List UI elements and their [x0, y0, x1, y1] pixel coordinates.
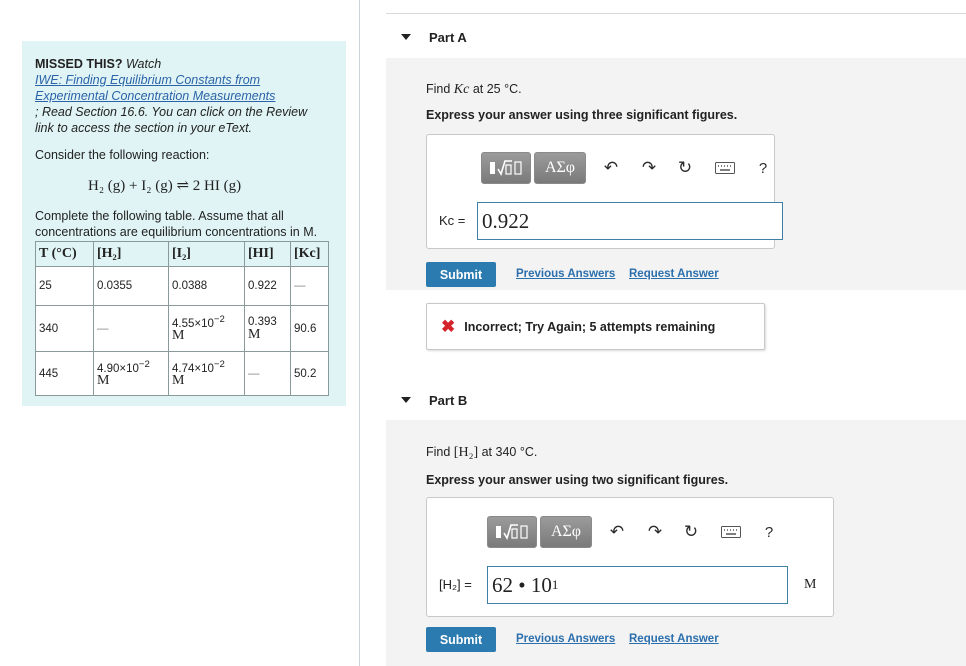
greek-symbols-button[interactable]: ΑΣφ [540, 516, 592, 548]
part-b-question: Find [H₂] at 340 °C. [426, 445, 538, 460]
cell-hi: — [244, 351, 291, 396]
reset-icon[interactable]: ↻ [676, 517, 706, 547]
keyboard-icon[interactable] [716, 517, 746, 547]
part-a-instructions: Express your answer using three signific… [426, 108, 738, 122]
cell-i2: 0.0388 [168, 266, 245, 306]
column-divider [359, 0, 360, 666]
part-a-previous-answers-link[interactable]: Previous Answers [516, 268, 615, 280]
redo-icon[interactable]: ↷ [634, 153, 664, 183]
part-a-title: Part A [429, 30, 467, 45]
part-a-toggle[interactable]: Part A [401, 30, 467, 45]
undo-icon[interactable]: ↶ [602, 517, 632, 547]
cell-i2: 4.74×10−2 M [168, 351, 245, 396]
read-section-text: ; Read Section 16.6. You can click on th… [35, 105, 308, 135]
collapse-triangle-icon [401, 397, 411, 403]
incorrect-x-icon: ✖ [441, 316, 456, 336]
sqrt-template-icon [490, 160, 522, 176]
part-b-answer-box: ΑΣφ ↶ ↷ ↻ ? [H₂] = 62 • 10 1 M [426, 497, 834, 617]
part-a-question: Find Kc at 25 °C. [426, 82, 522, 97]
info-panel: MISSED THIS? Watch IWE: Finding Equilibr… [22, 41, 346, 406]
part-b-request-answer-link[interactable]: Request Answer [629, 633, 719, 645]
h2-label: [H₂] = [439, 577, 472, 592]
header-hi: [HI] [244, 241, 291, 267]
part-a-feedback: ✖ Incorrect; Try Again; 5 attempts remain… [426, 303, 765, 350]
kc-label: Kc = [439, 213, 466, 228]
unit-label: M [804, 577, 817, 592]
consider-text: Consider the following reaction: [35, 148, 210, 162]
sqrt-template-icon [496, 524, 528, 540]
part-b-toolbar: ΑΣφ ↶ ↷ ↻ ? [487, 516, 784, 548]
collapse-triangle-icon [401, 34, 411, 40]
equilibrium-table: T (°C) [H₂] [I₂] [HI] [Kc] 25 0.0355 0.0… [35, 241, 329, 396]
cell-kc: 90.6 [290, 305, 329, 352]
part-b-instructions: Express your answer using two significan… [426, 473, 729, 487]
reaction-equation: H₂ (g) + I₂ (g) ⇌ 2 HI (g) [88, 178, 242, 194]
cell-kc: 50.2 [290, 351, 329, 396]
header-temperature: T (°C) [35, 241, 94, 267]
cell-t: 340 [35, 305, 94, 352]
cell-t: 445 [35, 351, 94, 396]
part-b-body: Find [H₂] at 340 °C. Express your answer… [386, 420, 966, 666]
missed-this-text: MISSED THIS? Watch IWE: Finding Equilibr… [35, 56, 334, 136]
part-b-toggle[interactable]: Part B [401, 393, 467, 408]
part-a-submit-button[interactable]: Submit [426, 262, 496, 287]
part-a-request-answer-link[interactable]: Request Answer [629, 268, 719, 280]
help-icon[interactable]: ? [754, 517, 784, 547]
top-divider [386, 13, 966, 14]
table-row: 25 0.0355 0.0388 0.922 — [35, 266, 329, 306]
templates-button[interactable] [481, 152, 531, 184]
cell-h2: 0.0355 [93, 266, 169, 306]
cell-i2: 4.55×10−2 M [168, 305, 245, 352]
cell-kc: — [290, 266, 329, 306]
part-b-submit-button[interactable]: Submit [426, 627, 496, 652]
redo-icon[interactable]: ↷ [640, 517, 670, 547]
cell-t: 25 [35, 266, 94, 306]
cell-h2: 4.90×10−2 M [93, 351, 169, 396]
part-a-answer-box: ΑΣφ ↶ ↷ ↻ ? Kc = 0.922 [426, 134, 783, 249]
header-i2: [I₂] [168, 241, 245, 267]
part-a-toolbar: ΑΣφ ↶ ↷ ↻ ? [481, 152, 778, 184]
instructions-text: Complete the following table. Assume tha… [35, 209, 318, 239]
undo-icon[interactable]: ↶ [596, 153, 626, 183]
header-h2: [H₂] [93, 241, 169, 267]
part-b-previous-answers-link[interactable]: Previous Answers [516, 633, 615, 645]
cell-h2: — [93, 305, 169, 352]
table-row: 445 4.90×10−2 M 4.74×10−2 M — 50.2 [35, 351, 329, 396]
table-header-row: T (°C) [H₂] [I₂] [HI] [Kc] [35, 241, 329, 267]
templates-button[interactable] [487, 516, 537, 548]
reset-icon[interactable]: ↻ [670, 153, 700, 183]
part-b-title: Part B [429, 393, 468, 408]
cell-hi: 0.922 [244, 266, 291, 306]
part-a-body: Find Kc at 25 °C. Express your answer us… [386, 58, 966, 290]
header-kc: [Kc] [290, 241, 329, 267]
keyboard-icon[interactable] [710, 153, 740, 183]
help-icon[interactable]: ? [748, 153, 778, 183]
h2-answer-input[interactable]: 62 • 10 1 [487, 566, 788, 604]
kc-answer-input[interactable]: 0.922 [477, 202, 783, 240]
table-row: 340 — 4.55×10−2 M 0.393 M 90.6 [35, 305, 329, 352]
greek-symbols-button[interactable]: ΑΣφ [534, 152, 586, 184]
video-link[interactable]: IWE: Finding Equilibrium Constants from … [35, 72, 285, 104]
cell-hi: 0.393 M [244, 305, 291, 352]
